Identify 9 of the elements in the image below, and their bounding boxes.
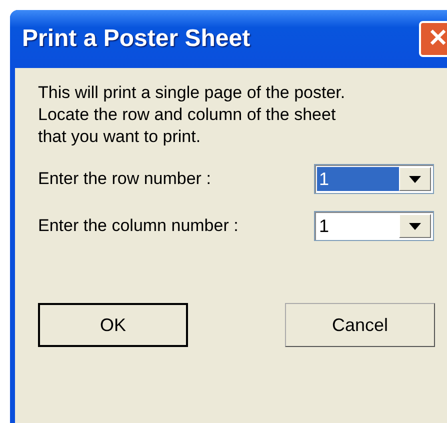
ok-button[interactable]: OK [38, 303, 188, 347]
number-dropdown[interactable]: 1 [314, 164, 434, 194]
field-label: Enter the row number : [38, 169, 212, 189]
message-text: This will print a single page of the poster. Locate the row and column of the sheet that you want to print. [38, 82, 346, 148]
window-title: Print a Poster Sheet [22, 25, 250, 53]
cancel-button[interactable]: Cancel [285, 303, 435, 347]
field-label: Enter the column number : [38, 216, 240, 236]
close-button[interactable]: ✕ [419, 21, 447, 57]
number-dropdown[interactable]: 1 [314, 211, 434, 241]
